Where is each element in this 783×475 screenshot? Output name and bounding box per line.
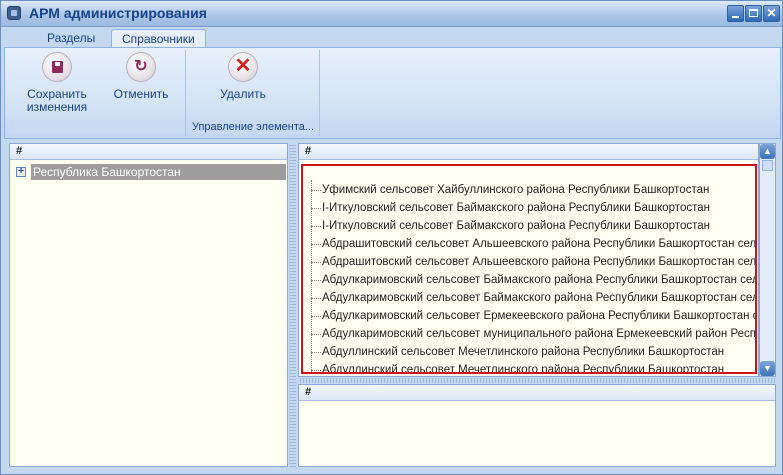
tree-pane[interactable]: # + Республика Башкортостан — [9, 143, 288, 467]
list-item[interactable]: Уфимский сельсовет Хайбуллинского района… — [303, 181, 755, 199]
list-pane-header: # — [299, 144, 758, 160]
list-item-label: Абдрашитовский сельсовет Альшеевского ра… — [322, 238, 755, 250]
cancel-button[interactable]: ↻ Отменить — [105, 52, 177, 101]
ribbon-group-manage: ✕ Удалить Управление элемента... — [187, 50, 320, 136]
list-item-label: I-Иткуловский сельсовет Баймакского райо… — [322, 202, 710, 214]
delete-label: Удалить — [220, 87, 266, 101]
window-title: АРМ администрирования — [29, 5, 207, 21]
list-box[interactable]: Уфимский сельсовет Хайбуллинского района… — [301, 164, 757, 374]
list-item-label: Уфимский сельсовет Хайбуллинского района… — [322, 184, 710, 196]
list-item[interactable]: Абдулкаримовский сельсовет Баймакского р… — [303, 289, 755, 307]
delete-icon: ✕ — [228, 52, 258, 82]
save-changes-button[interactable]: Сохранить изменения — [21, 52, 93, 114]
tree-pane-header: # — [10, 144, 287, 160]
list-item[interactable]: I-Иткуловский сельсовет Баймакского райо… — [303, 199, 755, 217]
cancel-label: Отменить — [113, 87, 169, 101]
app-icon — [7, 6, 21, 20]
list-item-label: Абдуллинский сельсовет Мечетлинского рай… — [322, 346, 725, 358]
tab-sections[interactable]: Разделы — [37, 29, 105, 47]
scroll-up-icon[interactable]: ▲ — [760, 144, 775, 159]
detail-pane[interactable]: # — [298, 384, 776, 467]
close-button[interactable]: ✕ — [763, 5, 780, 22]
list-item-label: Абдулкаримовский сельсовет Баймакского р… — [322, 292, 755, 304]
list-item-label: Абдулкаримовский сельсовет муниципальног… — [322, 328, 755, 340]
ribbon-group-edit: Сохранить изменения ↻ Отменить — [9, 50, 186, 136]
ribbon-group-manage-label: Управление элемента... — [187, 120, 319, 134]
list-item[interactable]: Абдрашитовский сельсовет Альшеевского ра… — [303, 253, 755, 271]
undo-icon: ↻ — [126, 52, 156, 82]
expand-icon[interactable]: + — [16, 167, 26, 177]
minimize-button[interactable] — [727, 5, 744, 22]
horizontal-splitter[interactable] — [298, 378, 776, 383]
vertical-scrollbar[interactable]: ▲ ▼ — [759, 143, 776, 377]
list-item-label: Абдулкаримовский сельсовет Баймакского р… — [322, 274, 755, 286]
scroll-down-icon[interactable]: ▼ — [760, 361, 775, 376]
list-item[interactable]: Абдулкаримовский сельсовет муниципальног… — [303, 325, 755, 343]
list-item[interactable]: I-Иткуловский сельсовет Баймакского райо… — [303, 217, 755, 235]
save-label-line2: изменения — [26, 100, 88, 114]
vertical-splitter[interactable] — [289, 143, 296, 467]
ribbon-tab-strip: Разделы Справочники — [1, 27, 782, 48]
tree-node-label[interactable]: Республика Башкортостан — [31, 164, 286, 180]
tree-node-bashkortostan[interactable]: + Республика Башкортостан — [13, 164, 286, 180]
list-item-label: Абдулкаримовский сельсовет Ермекеевского… — [322, 310, 755, 322]
list-item[interactable]: Абдуллинский сельсовет Мечетлинского рай… — [303, 343, 755, 361]
maximize-button[interactable] — [745, 5, 762, 22]
ribbon: Сохранить изменения ↻ Отменить ✕ Удалить… — [4, 47, 781, 139]
list-item[interactable]: Абдулкаримовский сельсовет Баймакского р… — [303, 271, 755, 289]
list-item-label: Абдрашитовский сельсовет Альшеевского ра… — [322, 256, 755, 268]
list-item-label: Абдуллинский сельсовет Мечетлинского рай… — [322, 364, 725, 374]
list-item[interactable]: Абдуллинский сельсовет Мечетлинского рай… — [303, 361, 755, 374]
main-window: АРМ администрирования ✕ Разделы Справочн… — [0, 0, 783, 475]
delete-button[interactable]: ✕ Удалить — [207, 52, 279, 101]
tab-references[interactable]: Справочники — [111, 29, 206, 48]
list-item-label: I-Иткуловский сельсовет Баймакского райо… — [322, 220, 710, 232]
list-item[interactable]: Абдулкаримовский сельсовет Ермекеевского… — [303, 307, 755, 325]
list-pane[interactable]: # Уфимский сельсовет Хайбуллинского райо… — [298, 143, 759, 377]
title-bar[interactable]: АРМ администрирования ✕ — [1, 1, 782, 27]
detail-pane-header: # — [299, 385, 775, 401]
ribbon-group-edit-label — [9, 120, 185, 134]
save-icon — [42, 52, 72, 82]
scroll-thumb[interactable] — [762, 160, 773, 171]
list-item[interactable]: Абдрашитовский сельсовет Альшеевского ра… — [303, 235, 755, 253]
